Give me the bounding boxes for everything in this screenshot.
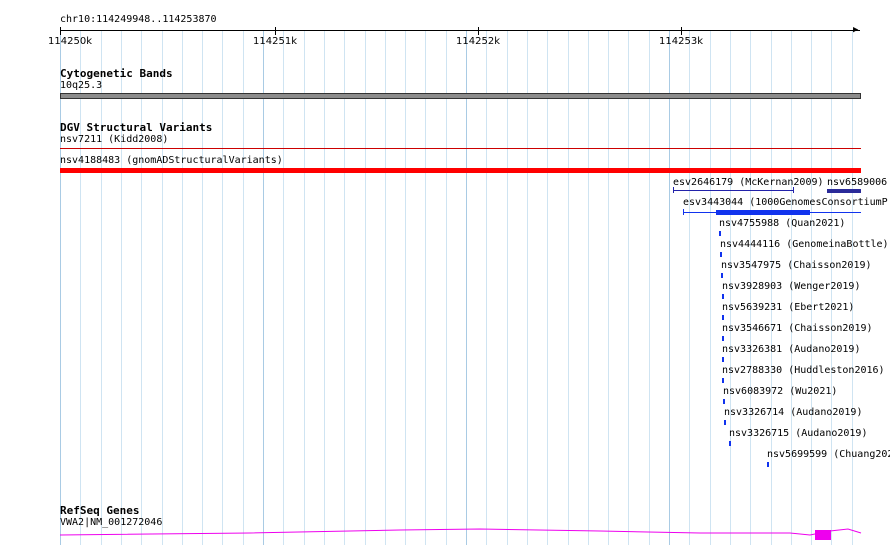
grid-line [486, 30, 487, 545]
variant-label: nsv3547975 (Chaisson2019) [721, 260, 872, 271]
variant-bar[interactable] [722, 294, 724, 299]
variant-label: esv2646179 (McKernan2009) [673, 177, 824, 188]
cytoband-label: 10q25.3 [60, 80, 103, 91]
grid-line [162, 30, 163, 545]
variant-label: nsv4444116 (GenomeinaBottle) [720, 239, 889, 250]
variant-label: nsv4188483 (gnomADStructuralVariants) [60, 155, 283, 166]
grid-line [222, 30, 223, 545]
grid-line [141, 30, 142, 545]
variant-bar[interactable] [719, 231, 721, 236]
grid-line [608, 30, 609, 545]
location-label: chr10:114249948..114253870 [60, 14, 217, 25]
gene-model[interactable] [0, 524, 890, 545]
grid-line [385, 30, 386, 545]
variant-bar[interactable] [721, 273, 723, 278]
variant-bar[interactable] [720, 252, 722, 257]
ruler-axis[interactable] [60, 30, 860, 31]
variant-label: nsv4755988 (Quan2021) [719, 218, 846, 229]
grid-line [60, 30, 61, 545]
variant-label: nsv6083972 (Wu2021) [723, 386, 838, 397]
variant-label: nsv3928903 (Wenger2019) [722, 281, 861, 292]
variant-bar[interactable] [723, 399, 725, 404]
variant-bar[interactable] [827, 189, 861, 193]
variant-label: nsv5639231 (Ebert2021) [722, 302, 855, 313]
grid-line [202, 30, 203, 545]
grid-line [263, 30, 264, 545]
grid-line [446, 30, 447, 545]
variant-bar-end [793, 187, 794, 193]
grid-line [80, 30, 81, 545]
ruler-tick-label: 114251k [253, 36, 297, 47]
grid-line [649, 30, 650, 545]
variant-bar-end [673, 187, 674, 193]
grid-line [669, 30, 670, 545]
variant-label: nsv3326715 (Audano2019) [729, 428, 868, 439]
grid-line [689, 30, 690, 545]
grid-line [547, 30, 548, 545]
variant-label: esv3443044 (1000GenomesConsortiumP [683, 197, 888, 208]
grid-line [588, 30, 589, 545]
grid-line [182, 30, 183, 545]
grid-line [507, 30, 508, 545]
variant-label: nsv5699599 (Chuang202 [767, 449, 890, 460]
variant-bar[interactable] [722, 315, 724, 320]
grid-line [527, 30, 528, 545]
grid-line [304, 30, 305, 545]
gene-intron-line [59, 528, 862, 536]
grid-line [243, 30, 244, 545]
grid-line [101, 30, 102, 545]
variant-thick-bar [716, 210, 810, 215]
variant-bar[interactable] [722, 336, 724, 341]
variant-bar[interactable] [722, 357, 724, 362]
grid-line [466, 30, 467, 545]
ruler-end-arrow-icon: ▶ [853, 25, 859, 35]
variant-bar[interactable] [722, 378, 724, 383]
ruler-tick [478, 27, 479, 35]
genome-browser-view: chr10:114249948..114253870 ▶ 114250k 114… [0, 0, 890, 545]
variant-label: nsv3546671 (Chaisson2019) [722, 323, 873, 334]
grid-line [628, 30, 629, 545]
variant-bar[interactable] [60, 148, 861, 149]
variant-bar[interactable] [673, 190, 793, 191]
grid-line [324, 30, 325, 545]
variant-label: nsv2788330 (Huddleston2016) [722, 365, 885, 376]
gene-exon [815, 530, 831, 540]
variant-bar-end [683, 209, 684, 215]
ruler-tick-label: 114250k [48, 36, 92, 47]
variant-label: nsv6589006 [827, 177, 888, 188]
grid-line [283, 30, 284, 545]
ruler-tick [60, 27, 61, 35]
variant-bar[interactable] [767, 462, 769, 467]
grid-line [568, 30, 569, 545]
grid-line [365, 30, 366, 545]
ruler-tick-label: 114253k [659, 36, 703, 47]
grid-line [405, 30, 406, 545]
variant-label: nsv3326381 (Audano2019) [722, 344, 861, 355]
variant-label: nsv7211 (Kidd2008) [60, 134, 169, 145]
grid-line [425, 30, 426, 545]
ruler-tick-label: 114252k [456, 36, 500, 47]
variant-label: nsv3326714 (Audano2019) [724, 407, 863, 418]
track-title-dgv: DGV Structural Variants [60, 121, 213, 134]
grid-line [710, 30, 711, 545]
grid-line [344, 30, 345, 545]
variant-bar[interactable] [729, 441, 731, 446]
track-title-refseq: RefSeq Genes [60, 504, 140, 517]
track-title-cytoband: Cytogenetic Bands [60, 67, 173, 80]
grid-line [121, 30, 122, 545]
ruler-tick [275, 27, 276, 35]
variant-bar[interactable] [60, 168, 861, 173]
ruler-tick [681, 27, 682, 35]
cytoband-bar[interactable] [60, 93, 861, 99]
variant-bar[interactable] [724, 420, 726, 425]
